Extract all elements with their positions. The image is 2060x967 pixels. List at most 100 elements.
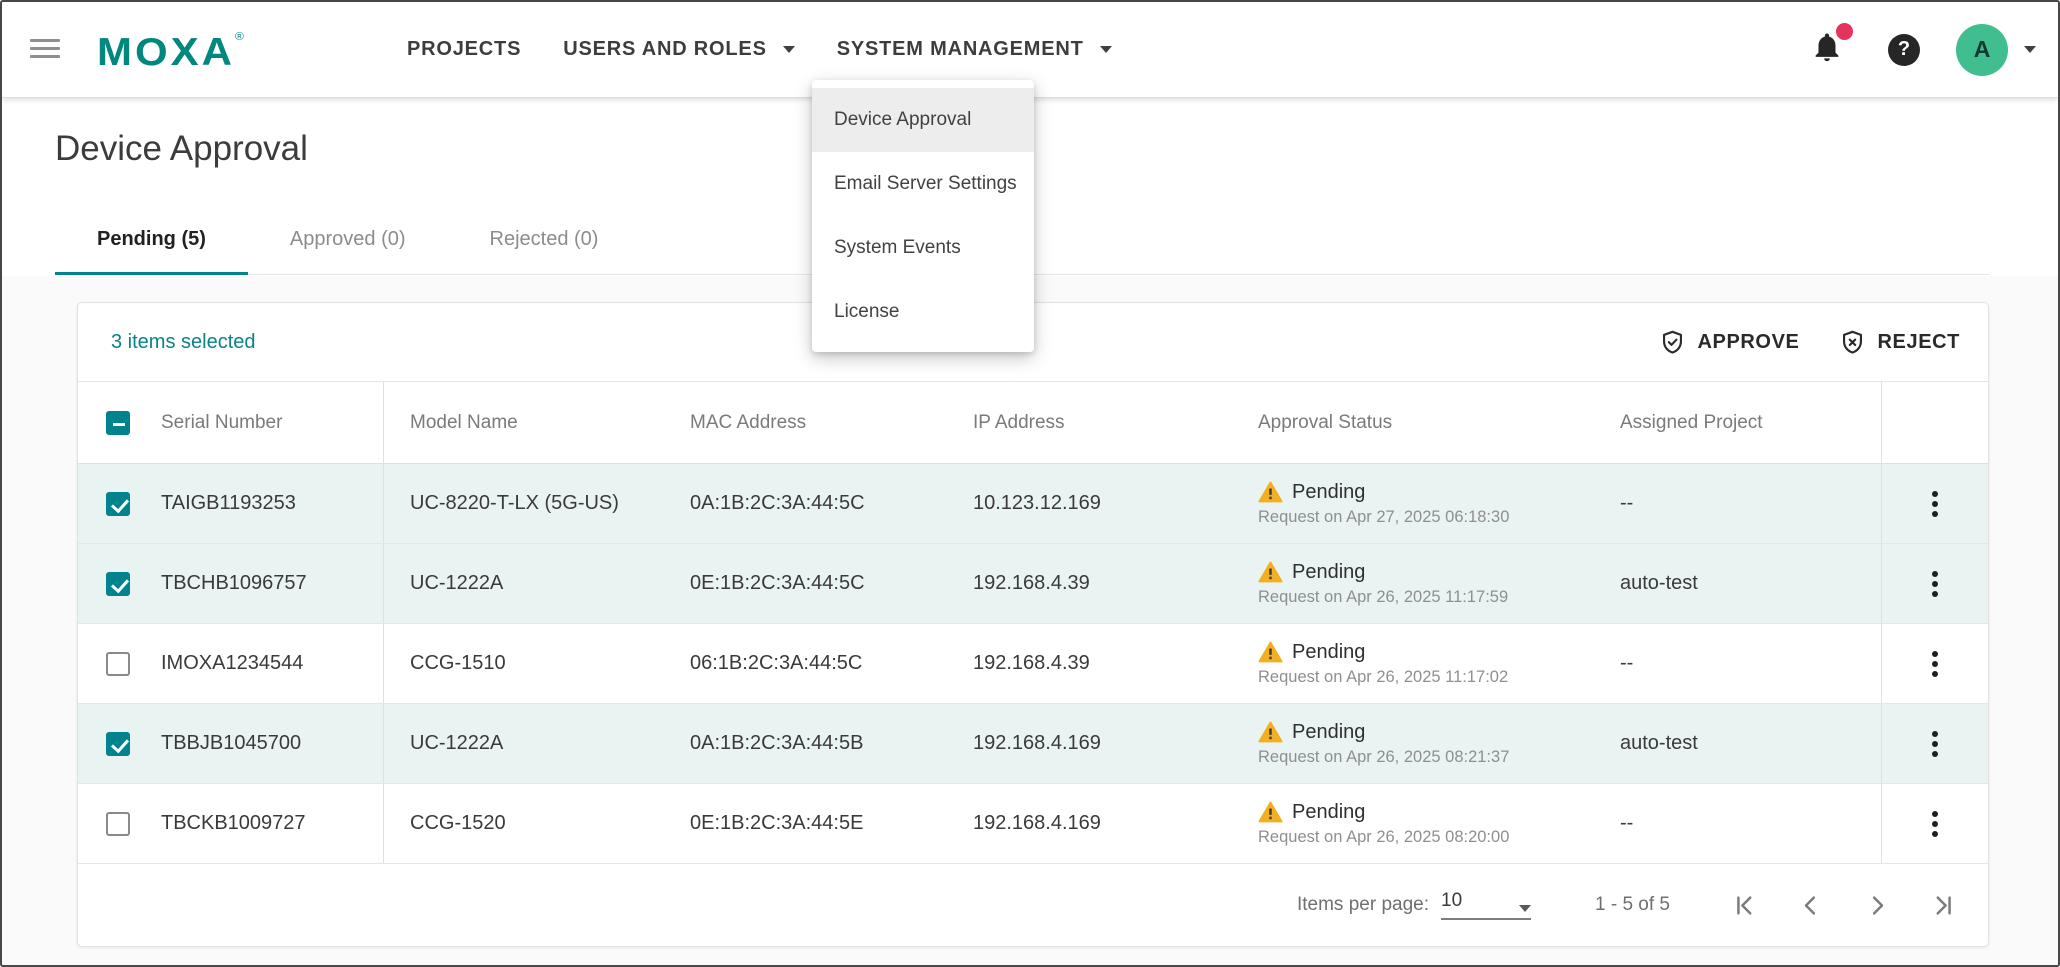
request-timestamp: Request on Apr 26, 2025 11:17:59 xyxy=(1258,588,1508,607)
table-row[interactable]: IMOXA1234544 CCG-1510 06:1B:2C:3A:44:5C … xyxy=(78,624,1988,704)
cell-approval-status: Pending Request on Apr 27, 2025 06:18:30 xyxy=(1244,464,1606,543)
cell-mac-address: 0A:1B:2C:3A:44:5C xyxy=(664,464,944,543)
cell-serial-number: TBBJB1045700 xyxy=(153,704,384,783)
select-chevron-down-icon xyxy=(1519,905,1531,912)
cell-model-name: CCG-1520 xyxy=(384,784,664,863)
table-row[interactable]: TAIGB1193253 UC-8220-T-LX (5G-US) 0A:1B:… xyxy=(78,464,1988,544)
cell-assigned-project: -- xyxy=(1606,464,1882,543)
row-checkbox[interactable] xyxy=(106,572,130,596)
cell-model-name: UC-1222A xyxy=(384,704,664,783)
warning-icon xyxy=(1258,801,1283,823)
notifications-button[interactable] xyxy=(1810,30,1844,69)
shield-x-icon xyxy=(1839,329,1866,356)
warning-icon xyxy=(1258,481,1283,503)
column-header-approval-status: Approval Status xyxy=(1244,382,1606,463)
cell-assigned-project: -- xyxy=(1606,624,1882,703)
cell-ip-address: 192.168.4.169 xyxy=(944,704,1244,783)
row-checkbox[interactable] xyxy=(106,732,130,756)
next-page-button[interactable] xyxy=(1864,892,1891,919)
pagination-bar: Items per page: 10 1 - 5 of 5 xyxy=(78,864,1988,946)
cell-model-name: UC-8220-T-LX (5G-US) xyxy=(384,464,664,543)
warning-icon xyxy=(1258,641,1283,663)
column-header-ip-address: IP Address xyxy=(944,382,1244,463)
column-header-mac-address: MAC Address xyxy=(664,382,944,463)
first-page-button[interactable] xyxy=(1730,892,1757,919)
nav-item-system-management[interactable]: SYSTEM MANAGEMENT xyxy=(837,38,1112,61)
reject-button[interactable]: REJECT xyxy=(1839,329,1960,356)
navbar-right-cluster: ? A xyxy=(1810,2,2036,97)
request-timestamp: Request on Apr 26, 2025 08:20:00 xyxy=(1258,828,1509,847)
cell-serial-number: TAIGB1193253 xyxy=(153,464,384,543)
select-all-checkbox[interactable] xyxy=(106,411,130,435)
cell-ip-address: 192.168.4.169 xyxy=(944,784,1244,863)
cell-approval-status: Pending Request on Apr 26, 2025 11:17:02 xyxy=(1244,624,1606,703)
hamburger-menu-icon[interactable] xyxy=(30,39,60,61)
warning-icon xyxy=(1258,721,1283,743)
cell-serial-number: IMOXA1234544 xyxy=(153,624,384,703)
cell-mac-address: 0A:1B:2C:3A:44:5B xyxy=(664,704,944,783)
kebab-menu-icon[interactable] xyxy=(1926,805,1944,843)
cell-approval-status: Pending Request on Apr 26, 2025 08:21:37 xyxy=(1244,704,1606,783)
table-row[interactable]: TBBJB1045700 UC-1222A 0A:1B:2C:3A:44:5B … xyxy=(78,704,1988,784)
column-header-model-name: Model Name xyxy=(384,382,664,463)
status-text: Pending xyxy=(1292,481,1365,504)
column-header-assigned-project: Assigned Project xyxy=(1606,382,1882,463)
cell-model-name: CCG-1510 xyxy=(384,624,664,703)
menu-item-device-approval[interactable]: Device Approval xyxy=(812,88,1034,152)
last-page-button[interactable] xyxy=(1931,892,1958,919)
request-timestamp: Request on Apr 26, 2025 11:17:02 xyxy=(1258,668,1508,687)
menu-item-system-events[interactable]: System Events xyxy=(812,216,1034,280)
help-button[interactable]: ? xyxy=(1888,34,1920,66)
cell-mac-address: 0E:1B:2C:3A:44:5E xyxy=(664,784,944,863)
menu-item-license[interactable]: License xyxy=(812,280,1034,344)
notification-badge xyxy=(1836,23,1853,40)
items-per-page-select[interactable]: 10 xyxy=(1441,890,1531,920)
cell-ip-address: 192.168.4.39 xyxy=(944,544,1244,623)
warning-icon xyxy=(1258,561,1283,583)
request-timestamp: Request on Apr 27, 2025 06:18:30 xyxy=(1258,508,1509,527)
cell-mac-address: 06:1B:2C:3A:44:5C xyxy=(664,624,944,703)
avatar[interactable]: A xyxy=(1956,24,2008,76)
table-header: Serial Number Model Name MAC Address IP … xyxy=(78,382,1988,464)
tab-rejected[interactable]: Rejected (0) xyxy=(448,205,641,274)
nav-item-users-and-roles[interactable]: USERS AND ROLES xyxy=(563,38,795,61)
kebab-menu-icon[interactable] xyxy=(1926,485,1944,523)
page-title: Device Approval xyxy=(55,129,308,169)
tab-approved[interactable]: Approved (0) xyxy=(248,205,448,274)
chevron-down-icon xyxy=(1100,46,1112,53)
row-checkbox[interactable] xyxy=(106,812,130,836)
shield-check-icon xyxy=(1659,329,1686,356)
cell-serial-number: TBCKB1009727 xyxy=(153,784,384,863)
system-management-dropdown: Device Approval Email Server Settings Sy… xyxy=(812,80,1034,352)
row-checkbox[interactable] xyxy=(106,492,130,516)
cell-mac-address: 0E:1B:2C:3A:44:5C xyxy=(664,544,944,623)
cell-approval-status: Pending Request on Apr 26, 2025 11:17:59 xyxy=(1244,544,1606,623)
table-row[interactable]: TBCHB1096757 UC-1222A 0E:1B:2C:3A:44:5C … xyxy=(78,544,1988,624)
account-chevron-down-icon[interactable] xyxy=(2024,46,2036,53)
status-text: Pending xyxy=(1292,801,1365,824)
items-per-page-label: Items per page: xyxy=(1297,894,1429,916)
kebab-menu-icon[interactable] xyxy=(1926,645,1944,683)
column-header-serial-number: Serial Number xyxy=(153,382,384,463)
cell-assigned-project: auto-test xyxy=(1606,544,1882,623)
cell-assigned-project: -- xyxy=(1606,784,1882,863)
page-range: 1 - 5 of 5 xyxy=(1595,894,1670,916)
kebab-menu-icon[interactable] xyxy=(1926,565,1944,603)
approve-button[interactable]: APPROVE xyxy=(1659,329,1799,356)
menu-item-email-server-settings[interactable]: Email Server Settings xyxy=(812,152,1034,216)
table-body: TAIGB1193253 UC-8220-T-LX (5G-US) 0A:1B:… xyxy=(78,464,1988,864)
status-text: Pending xyxy=(1292,641,1365,664)
tab-pending[interactable]: Pending (5) xyxy=(55,205,248,274)
nav-item-projects[interactable]: PROJECTS xyxy=(407,38,521,61)
request-timestamp: Request on Apr 26, 2025 08:21:37 xyxy=(1258,748,1509,767)
previous-page-button[interactable] xyxy=(1797,892,1824,919)
table-row[interactable]: TBCKB1009727 CCG-1520 0E:1B:2C:3A:44:5E … xyxy=(78,784,1988,864)
kebab-menu-icon[interactable] xyxy=(1926,725,1944,763)
moxa-logo[interactable]: MOXA® xyxy=(97,30,247,74)
chevron-down-icon xyxy=(783,46,795,53)
selection-count: 3 items selected xyxy=(111,331,256,354)
cell-approval-status: Pending Request on Apr 26, 2025 08:20:00 xyxy=(1244,784,1606,863)
cell-assigned-project: auto-test xyxy=(1606,704,1882,783)
cell-ip-address: 10.123.12.169 xyxy=(944,464,1244,543)
row-checkbox[interactable] xyxy=(106,652,130,676)
